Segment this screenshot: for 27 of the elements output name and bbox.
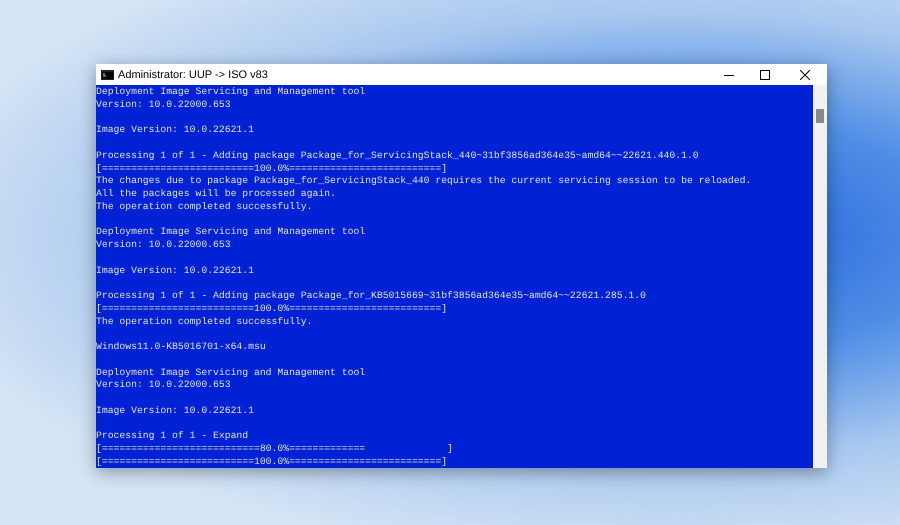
console-line: Processing 1 of 1 - Adding package Package_for_ServicingStack_440~31bf3856ad364e35~amd64~~22621.440.1.0	[96, 150, 700, 162]
console-line: Version: 10.0.22000.653	[96, 98, 232, 112]
console-line: Image Version: 10.0.22621.1	[96, 404, 255, 418]
console-line: Deployment Image Servicing and Management tool	[96, 366, 366, 380]
console-line: All the packages will be processed again.	[96, 188, 337, 201]
console-line: Version: 10.0.22000.653	[96, 379, 232, 392]
console-line: Version: 10.0.22000.653	[96, 239, 232, 252]
scrollbar[interactable]	[813, 85, 827, 468]
console-line: [===========================80.0%============= ]	[96, 443, 454, 456]
console-line: [==========================100.0%==========================]	[96, 302, 448, 316]
console-line: Image Version: 10.0.22621.1	[96, 124, 255, 137]
console-line: Deployment Image Servicing and Management tool	[96, 86, 366, 99]
console-line: The operation completed successfully.	[96, 316, 314, 328]
console-line: The operation completed successfully.	[96, 200, 314, 214]
console-line: Windows11.0-KB5016701-x64.msu	[96, 341, 267, 354]
console-line: [==========================100.0%==========================]	[96, 456, 448, 468]
scroll-thumb[interactable]	[816, 109, 824, 123]
console-line: The changes due to package Package_for_ServicingStack_440 requires the current servicing session to be reloaded.	[96, 175, 752, 188]
console-line: Processing 1 of 1 - Adding package Package_for_KB5015669~31bf3856ad364e35~amd64~~22621.285.1.0	[96, 290, 647, 303]
window-title: Administrator: UUP -> ISO v83	[118, 68, 269, 80]
maximize-icon	[760, 70, 770, 80]
console-line: Deployment Image Servicing and Management tool	[96, 226, 366, 239]
console-icon	[101, 70, 114, 80]
close-icon	[800, 70, 810, 80]
console-line: Image Version: 10.0.22621.1	[96, 264, 255, 278]
console-line: Processing 1 of 1 - Expand	[96, 430, 250, 443]
console-line: [==========================100.0%==========================]	[96, 162, 448, 176]
